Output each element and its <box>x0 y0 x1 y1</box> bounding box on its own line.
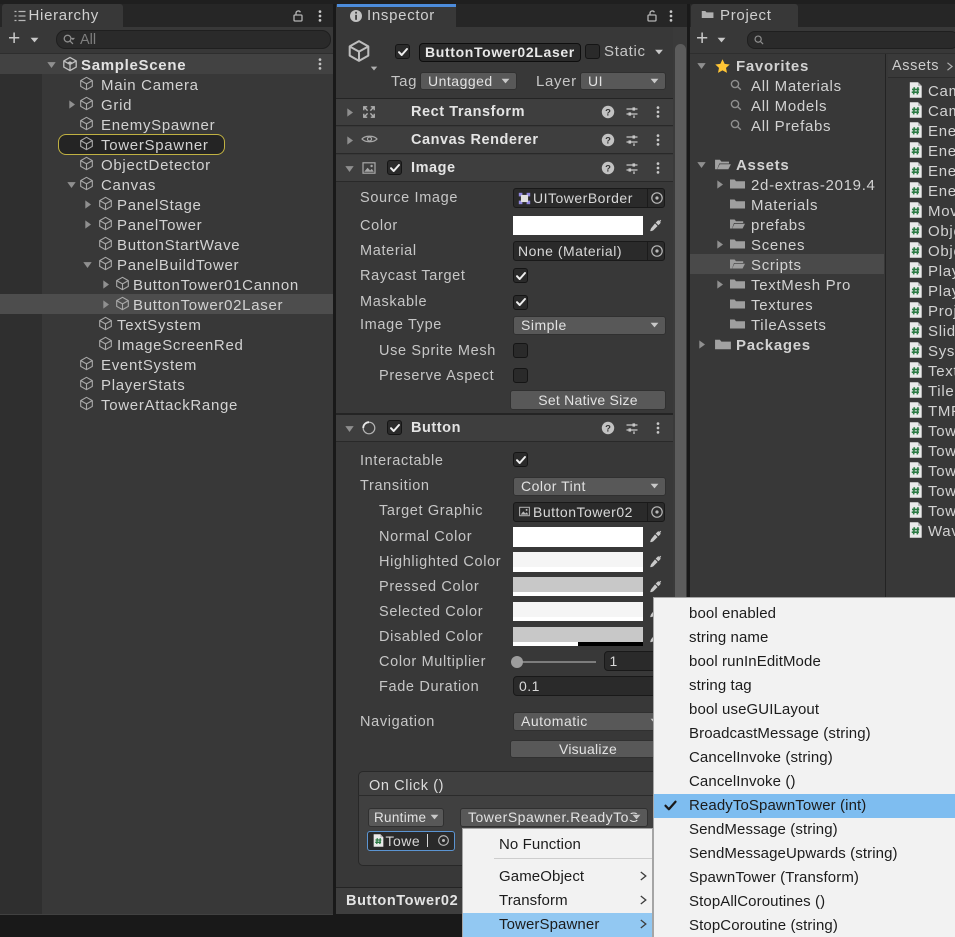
svg-text:?: ? <box>605 107 611 118</box>
svg-text:?: ? <box>605 135 611 146</box>
svg-text:?: ? <box>605 163 611 174</box>
svg-text:?: ? <box>605 423 611 434</box>
